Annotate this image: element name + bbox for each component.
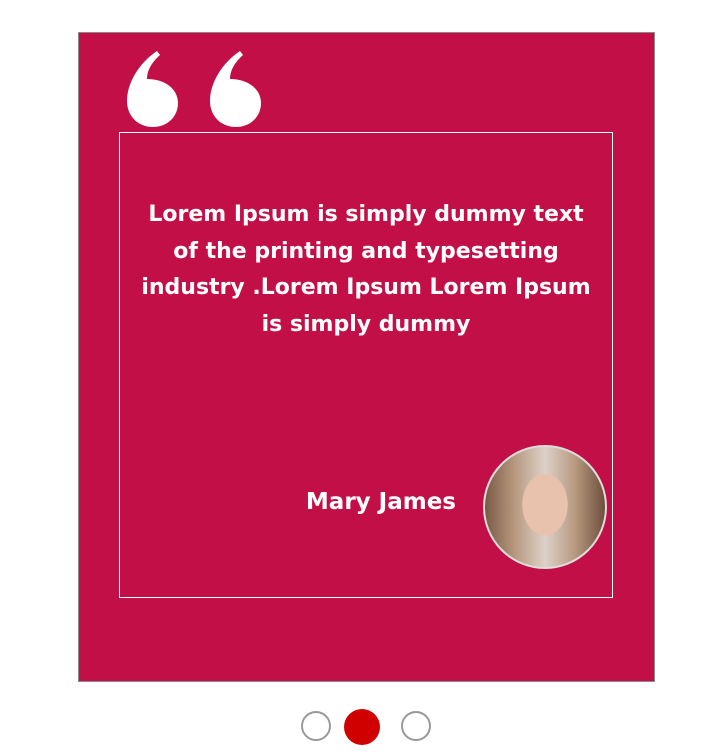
quote-mark-icon <box>127 51 178 127</box>
quote-frame: Lorem Ipsum is simply dummy text of the … <box>119 132 613 598</box>
testimonial-card: Lorem Ipsum is simply dummy text of the … <box>78 32 655 682</box>
carousel-dot-1[interactable] <box>301 711 331 741</box>
author-name: Mary James <box>305 489 456 515</box>
author-avatar <box>483 445 607 569</box>
carousel-dot-2-active[interactable] <box>344 709 380 745</box>
testimonial-text: Lorem Ipsum is simply dummy text of the … <box>141 202 591 337</box>
carousel-dot-3[interactable] <box>401 711 431 741</box>
quote-mark-icon <box>210 51 261 127</box>
